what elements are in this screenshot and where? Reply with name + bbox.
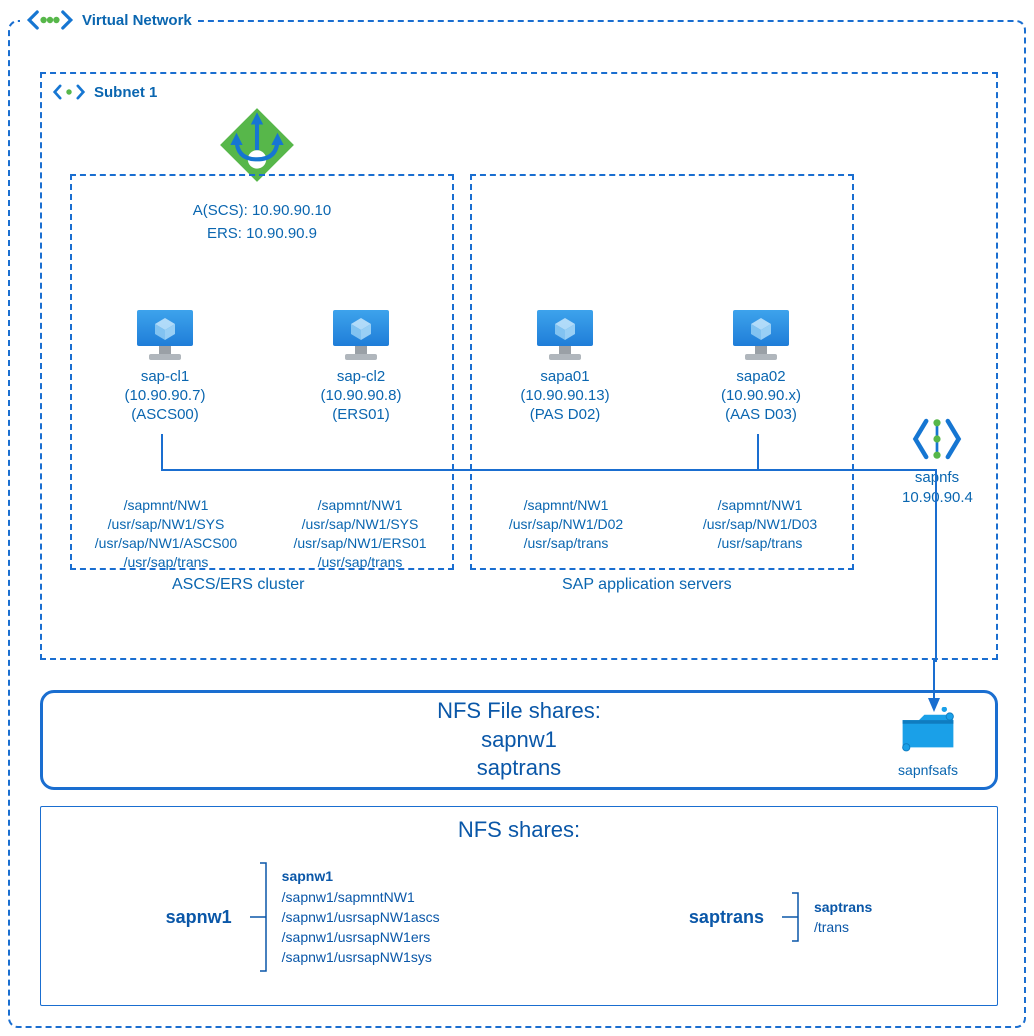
vm-sapa02: sapa02 (10.90.90.x) (AAS D03) (676, 306, 846, 424)
sap-app-servers: sapa01 (10.90.90.13) (PAS D02) (470, 174, 854, 570)
subnet-title: Subnet 1 (94, 84, 157, 101)
share-saptrans: saptrans saptrans /trans (689, 887, 872, 947)
vm-name: sap-cl2 (276, 368, 446, 387)
vm-name: sapa02 (676, 368, 846, 387)
vm1-paths: /sapmnt/NW1 /usr/sap/NW1/SYS /usr/sap/NW… (76, 496, 256, 572)
vm2-paths: /sapmnt/NW1 /usr/sap/NW1/SYS /usr/sap/NW… (270, 496, 450, 572)
subnet-container: Subnet 1 A(SCS): 10.90.90.10 ERS: 10.90.… (40, 72, 998, 660)
vm-name: sap-cl1 (80, 368, 250, 387)
nfs-fileshares-text: NFS File shares: sapnw1 saptrans (437, 697, 601, 783)
sapnfs-icon (910, 412, 964, 471)
storage-folder-icon (899, 742, 957, 759)
nfs-fileshares-box: NFS File shares: sapnw1 saptrans sapnfsa… (40, 690, 998, 790)
sapnfsafs: sapnfsafs (883, 707, 973, 778)
vnet-icon (26, 4, 74, 36)
vnet-header: Virtual Network (20, 4, 198, 36)
vm-icon (80, 306, 250, 364)
vm-icon (676, 306, 846, 364)
vm-role: (ASCS00) (80, 406, 250, 425)
vm-sap-cl2: sap-cl2 (10.90.90.8) (ERS01) (276, 306, 446, 424)
vm3-paths: /sapmnt/NW1 /usr/sap/NW1/D02 /usr/sap/tr… (476, 496, 656, 553)
vm-role: (AAS D03) (676, 406, 846, 425)
vm-sapa01: sapa01 (10.90.90.13) (PAS D02) (480, 306, 650, 424)
vm-ip: (10.90.90.13) (480, 387, 650, 406)
share-sapnw1: sapnw1 sapnw1 /sapnw1/sapmntNW1 /sapnw1/… (166, 857, 440, 977)
vm4-paths: /sapmnt/NW1 /usr/sap/NW1/D03 /usr/sap/tr… (670, 496, 850, 553)
vm-icon (276, 306, 446, 364)
vm-sap-cl1: sap-cl1 (10.90.90.7) (ASCS00) (80, 306, 250, 424)
nfs-shares-box: NFS shares: sapnw1 sapnw1 /sapnw1/sapmnt… (40, 806, 998, 1006)
sapnfs-label: sapnfs 10.90.90.4 (902, 468, 972, 507)
vm-role: (PAS D02) (480, 406, 650, 425)
vnet-title: Virtual Network (82, 12, 192, 29)
vm-role: (ERS01) (276, 406, 446, 425)
app-cluster-caption: SAP application servers (562, 576, 732, 594)
bracket-icon (778, 887, 804, 947)
vm-ip: (10.90.90.x) (676, 387, 846, 406)
virtual-network-container: Virtual Network Subnet 1 (8, 20, 1026, 1028)
bracket-icon (246, 857, 272, 977)
subnet-icon (52, 80, 86, 104)
subnet-header: Subnet 1 (52, 80, 157, 104)
nfs-shares-title: NFS shares: (41, 817, 997, 843)
vm-ip: (10.90.90.8) (276, 387, 446, 406)
vm-name: sapa01 (480, 368, 650, 387)
vm-icon (480, 306, 650, 364)
vm-ip: (10.90.90.7) (80, 387, 250, 406)
ascs-cluster-caption: ASCS/ERS cluster (172, 576, 304, 594)
sapnfsafs-label: sapnfsafs (883, 762, 973, 778)
ascs-ers-cluster: sap-cl1 (10.90.90.7) (ASCS00) (70, 174, 454, 570)
